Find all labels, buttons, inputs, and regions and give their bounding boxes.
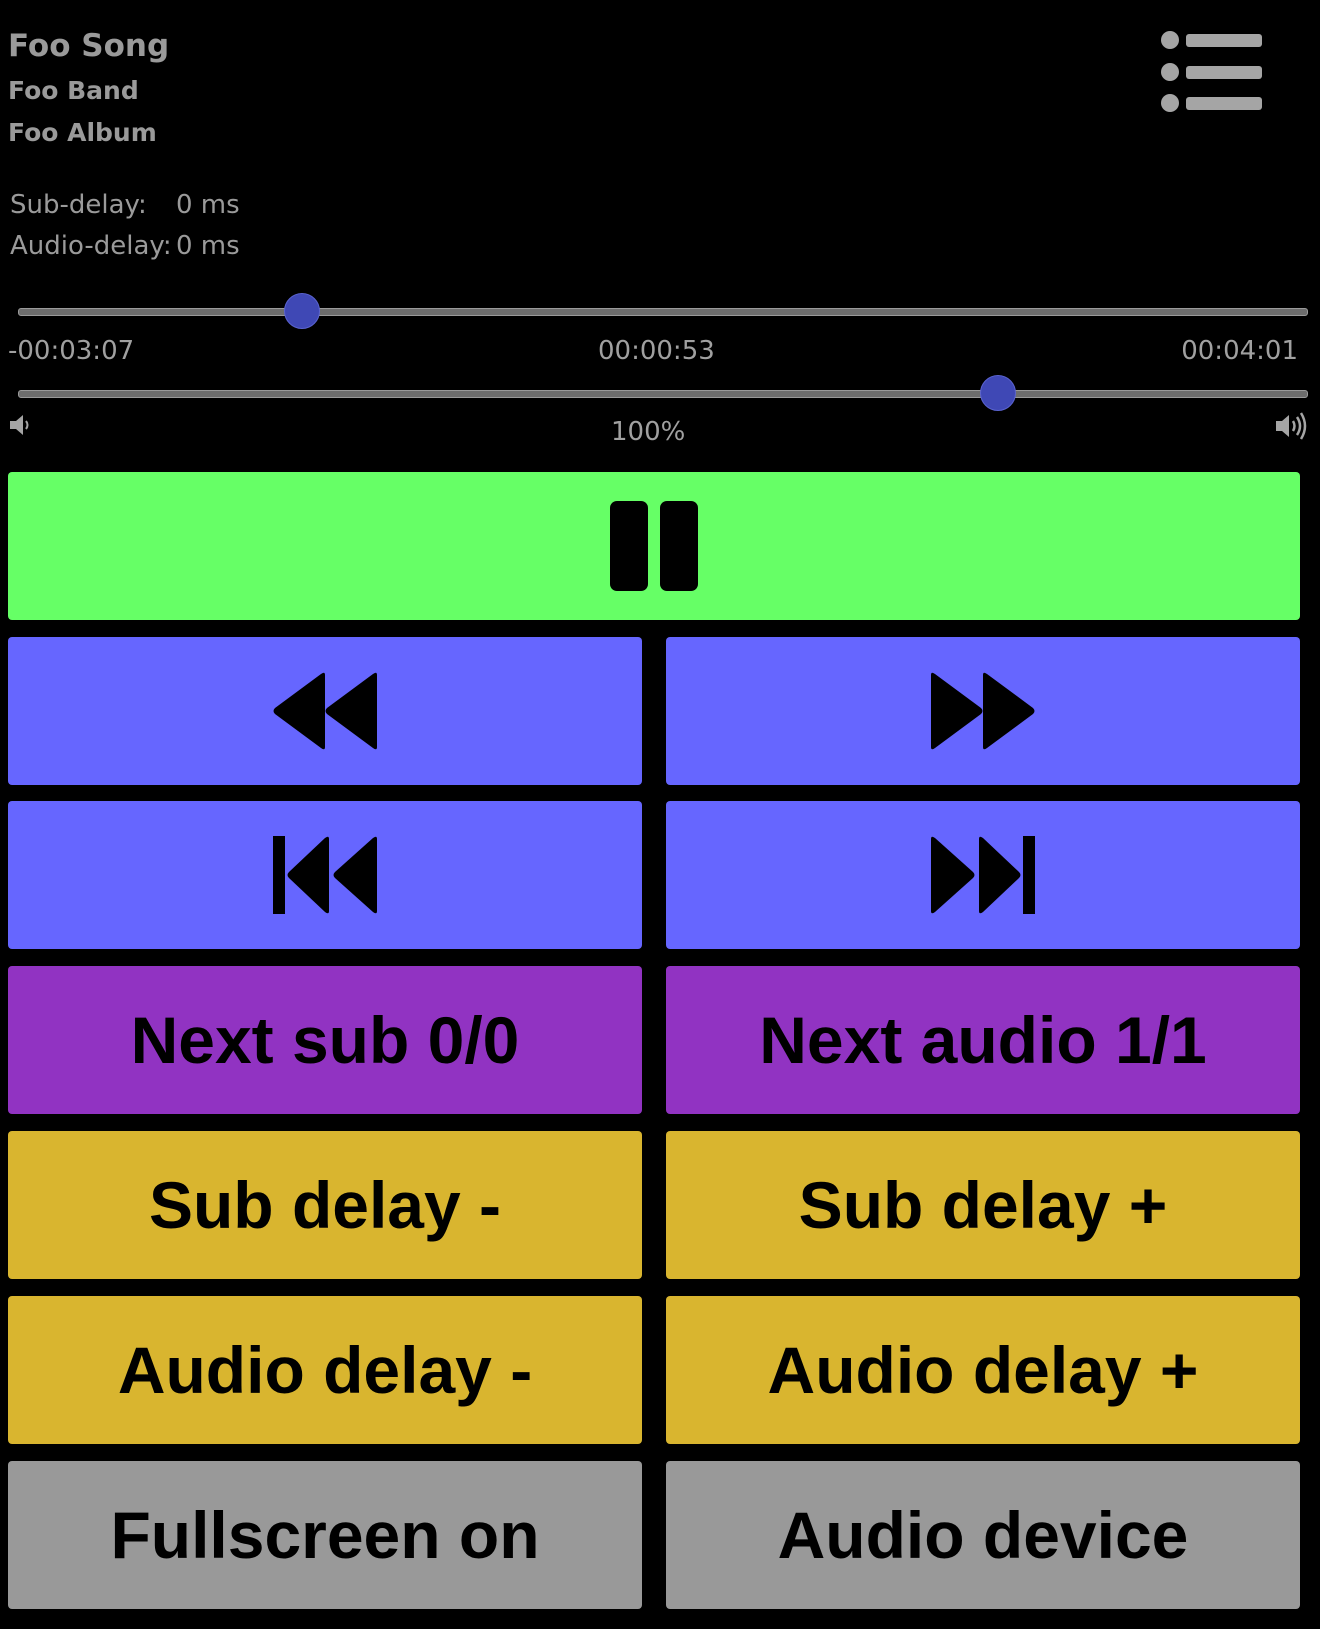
audio-delay-value: 0 ms <box>176 231 240 261</box>
volume-percent: 100% <box>611 417 686 447</box>
skip-next-icon <box>931 836 1035 914</box>
volume-low-icon[interactable] <box>8 411 32 439</box>
audio-delay-minus-button[interactable]: Audio delay - <box>8 1296 642 1444</box>
sub-delay-label: Sub-delay: <box>10 190 147 220</box>
audio-delay-label: Audio-delay: <box>10 231 172 261</box>
volume-slider[interactable] <box>18 375 1308 411</box>
fast-forward-icon <box>931 672 1035 750</box>
volume-thumb[interactable] <box>980 375 1017 411</box>
next-audio-button[interactable]: Next audio 1/1 <box>666 966 1300 1114</box>
time-duration: 00:04:01 <box>1181 336 1298 366</box>
rewind-icon <box>273 672 377 750</box>
fullscreen-button[interactable]: Fullscreen on <box>8 1461 642 1609</box>
skip-previous-icon <box>273 836 377 914</box>
track-info: Foo Song Foo Band Foo Album <box>8 22 169 154</box>
sub-delay-minus-button[interactable]: Sub delay - <box>8 1131 642 1279</box>
volume-row: 100% <box>8 412 1307 451</box>
progress-thumb[interactable] <box>283 293 320 329</box>
remote-control-page: Foo Song Foo Band Foo Album Sub-delay: 0… <box>0 0 1320 1629</box>
song-title: Foo Song <box>8 28 170 64</box>
time-elapsed: 00:00:53 <box>598 336 715 366</box>
sub-delay-value: 0 ms <box>176 190 240 220</box>
pause-icon <box>610 501 698 591</box>
time-remaining: -00:03:07 <box>8 336 135 366</box>
play-pause-button[interactable] <box>8 472 1300 620</box>
fast-forward-button[interactable] <box>666 637 1300 785</box>
progress-slider[interactable] <box>18 293 1308 329</box>
sub-delay-plus-button[interactable]: Sub delay + <box>666 1131 1300 1279</box>
volume-high-icon[interactable] <box>1274 411 1308 441</box>
audio-device-button[interactable]: Audio device <box>666 1461 1300 1609</box>
time-readout: -00:03:07 00:00:53 00:04:01 <box>8 336 1298 368</box>
audio-delay-plus-button[interactable]: Audio delay + <box>666 1296 1300 1444</box>
previous-button[interactable] <box>8 801 642 949</box>
album-name: Foo Album <box>8 118 157 147</box>
delay-status: Sub-delay: 0 ms Audio-delay: 0 ms <box>10 185 240 267</box>
list-menu-icon <box>1161 31 1262 112</box>
progress-track <box>18 308 1308 316</box>
next-button[interactable] <box>666 801 1300 949</box>
volume-track <box>18 390 1308 398</box>
next-sub-button[interactable]: Next sub 0/0 <box>8 966 642 1114</box>
rewind-button[interactable] <box>8 637 642 785</box>
playlist-menu-button[interactable] <box>1160 30 1270 120</box>
artist-name: Foo Band <box>8 76 139 105</box>
